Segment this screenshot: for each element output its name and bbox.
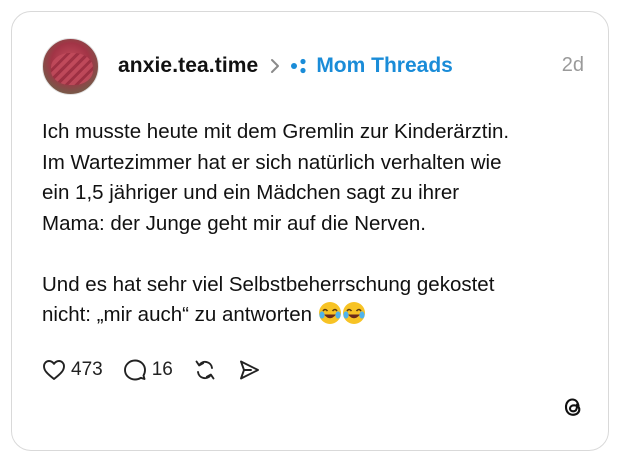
post-line: ein 1,5 jähriger und ein Mädchen sagt zu… xyxy=(42,181,460,204)
joy-emoji-icon xyxy=(342,301,366,335)
share-button[interactable] xyxy=(237,358,261,382)
post-line: Und es hat sehr viel Selbstbeherrschung … xyxy=(42,272,495,296)
comment-icon xyxy=(123,359,146,381)
send-icon xyxy=(239,360,259,380)
post-line: Im Wartezimmer hat er sich natürlich ver… xyxy=(42,150,502,174)
reply-button[interactable]: 16 xyxy=(123,358,173,382)
action-bar: 473 16 xyxy=(42,356,281,384)
repost-icon xyxy=(195,360,215,380)
joy-emoji-icon xyxy=(318,301,342,335)
community-name: Mom Threads xyxy=(316,54,453,77)
post-line: Mama: der Junge geht mir auf die Nerven. xyxy=(42,211,426,235)
post-time: 2d xyxy=(561,54,584,76)
threads-logo-icon xyxy=(562,395,584,424)
repost-button[interactable] xyxy=(193,358,217,382)
community-icon xyxy=(291,58,306,74)
avatar[interactable] xyxy=(42,38,99,95)
post-body: Ich musste heute mit dem Gremlin zur Kin… xyxy=(42,117,602,335)
post-line-with-emoji: nicht: „mir auch“ zu antworten xyxy=(42,300,602,335)
chevron-right-icon xyxy=(270,58,280,74)
like-button[interactable]: 473 xyxy=(42,359,103,381)
post-line: nicht: „mir auch“ zu antworten xyxy=(42,303,313,326)
post-line: Ich musste heute mit dem Gremlin zur Kin… xyxy=(42,120,510,143)
post-header: anxie.tea.time Mom Threads 2d xyxy=(118,52,584,80)
like-count: 473 xyxy=(71,359,103,380)
community-link[interactable]: Mom Threads xyxy=(290,54,453,78)
heart-icon xyxy=(43,360,65,380)
post-card[interactable]: anxie.tea.time Mom Threads 2d Ich musste… xyxy=(11,11,609,451)
reply-count: 16 xyxy=(151,359,173,380)
username[interactable]: anxie.tea.time xyxy=(118,54,258,78)
